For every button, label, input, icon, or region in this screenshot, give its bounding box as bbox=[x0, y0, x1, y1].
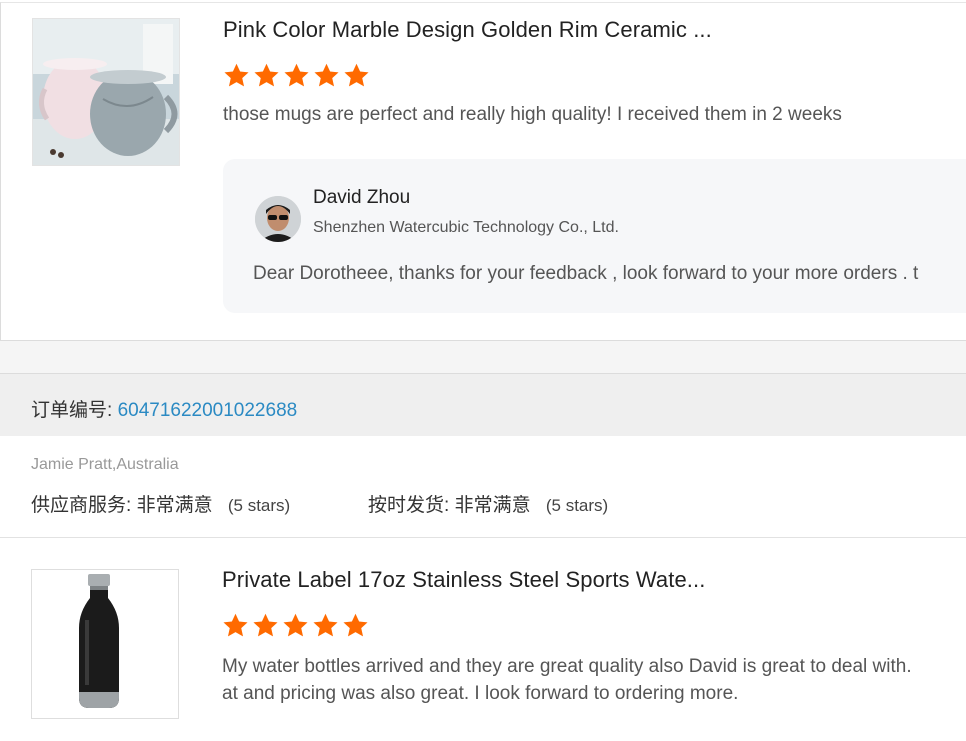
star-icon bbox=[284, 63, 309, 87]
reply-text: Dear Dorotheee, thanks for your feedback… bbox=[253, 263, 919, 284]
order-number-label: 订单编号: bbox=[31, 400, 113, 421]
star-icon bbox=[314, 63, 339, 87]
product-image-mugs[interactable] bbox=[32, 18, 180, 166]
divider bbox=[0, 537, 966, 538]
supplier-service-value: 非常满意 bbox=[136, 495, 213, 516]
supplier-reply: David Zhou Shenzhen Watercubic Technolog… bbox=[223, 159, 966, 313]
buyer-info: Jamie Pratt,Australia bbox=[31, 456, 179, 473]
star-rating bbox=[222, 612, 369, 639]
product-title[interactable]: Private Label 17oz Stainless Steel Sport… bbox=[222, 567, 705, 593]
supplier-service-rating: 供应商服务: 非常满意 (5 stars) bbox=[31, 490, 290, 517]
star-rating bbox=[223, 62, 370, 89]
star-icon bbox=[313, 613, 338, 637]
supplier-service-stars: (5 stars) bbox=[227, 496, 291, 515]
on-time-stars: (5 stars) bbox=[545, 496, 609, 515]
review-text: at and pricing was also great. I look fo… bbox=[222, 683, 739, 704]
order-header: 订单编号: 60471622001022688 bbox=[0, 373, 966, 436]
star-icon bbox=[253, 613, 278, 637]
on-time-shipment-rating: 按时发货: 非常满意 (5 stars) bbox=[368, 490, 608, 517]
order-number-link[interactable]: 60471622001022688 bbox=[118, 400, 298, 421]
star-icon bbox=[343, 613, 368, 637]
star-icon bbox=[223, 613, 248, 637]
avatar bbox=[255, 196, 301, 242]
star-icon bbox=[283, 613, 308, 637]
product-title[interactable]: Pink Color Marble Design Golden Rim Cera… bbox=[223, 17, 712, 43]
review-card: Pink Color Marble Design Golden Rim Cera… bbox=[0, 2, 966, 341]
order-number-row: 订单编号: 60471622001022688 bbox=[31, 395, 297, 422]
review-text: those mugs are perfect and really high q… bbox=[223, 104, 842, 125]
section-gap bbox=[0, 341, 966, 373]
star-icon bbox=[254, 63, 279, 87]
on-time-value: 非常满意 bbox=[454, 495, 531, 516]
product-image-bottle[interactable] bbox=[31, 569, 179, 719]
reply-company: Shenzhen Watercubic Technology Co., Ltd. bbox=[313, 219, 619, 236]
review-text: My water bottles arrived and they are gr… bbox=[222, 656, 912, 677]
supplier-service-label: 供应商服务: bbox=[31, 495, 132, 516]
reply-author-name: David Zhou bbox=[313, 187, 411, 208]
star-icon bbox=[224, 63, 249, 87]
star-icon bbox=[344, 63, 369, 87]
on-time-label: 按时发货: bbox=[368, 495, 450, 516]
